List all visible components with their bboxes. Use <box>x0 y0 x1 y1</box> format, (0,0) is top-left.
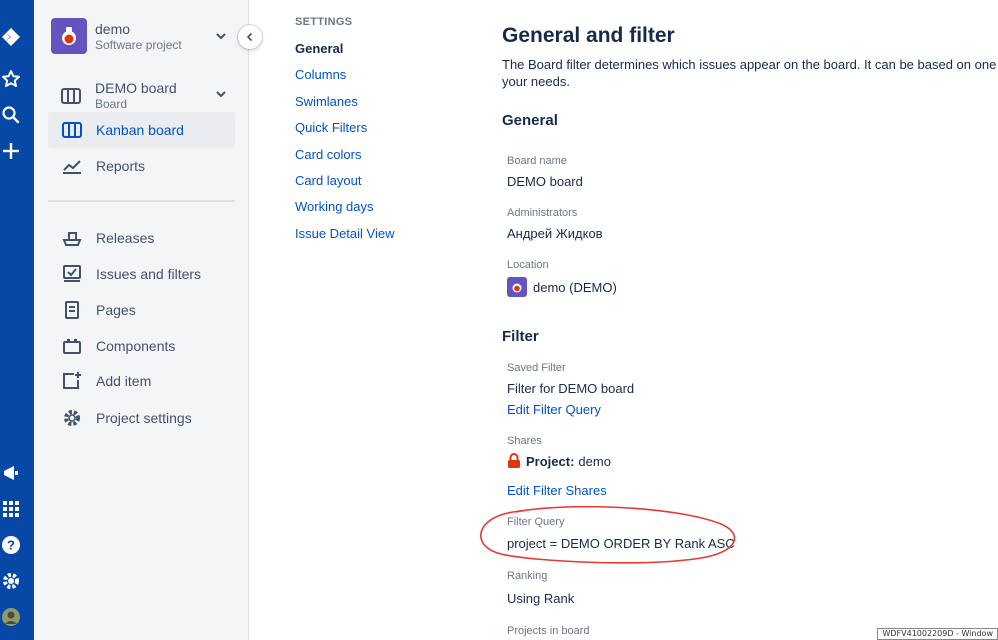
collapse-sidebar-button[interactable] <box>238 25 262 49</box>
board-type: Board <box>95 97 128 111</box>
location-value: demo (DEMO) <box>507 277 617 297</box>
board-icon <box>59 84 83 108</box>
sidebar-item-kanban-board[interactable]: Kanban board <box>48 112 235 148</box>
edit-filter-query-link[interactable]: Edit Filter Query <box>507 402 601 417</box>
shares-project: demo <box>578 453 611 469</box>
global-navigation: ? <box>0 0 34 640</box>
sidebar-item-label: Releases <box>96 230 155 246</box>
settings-link-general[interactable]: General <box>295 41 343 56</box>
kanban-board-icon <box>60 118 84 142</box>
main-content: General and filter The Board filter dete… <box>502 0 998 640</box>
chevron-left-icon <box>246 32 253 42</box>
sidebar-item-label: Reports <box>96 158 146 174</box>
project-name: demo <box>95 20 131 37</box>
filter-query-label: Filter Query <box>507 516 565 528</box>
svg-text:?: ? <box>7 538 15 553</box>
user-avatar[interactable] <box>0 606 22 628</box>
project-avatar <box>51 18 87 54</box>
page-title: General and filter <box>502 24 675 47</box>
star-icon[interactable] <box>0 68 22 90</box>
add-item-icon <box>60 369 84 393</box>
project-avatar-small <box>507 277 527 297</box>
sidebar-item-add-item[interactable]: Add item <box>48 363 235 399</box>
app-switcher-icon[interactable] <box>0 498 22 520</box>
components-icon <box>60 334 84 358</box>
page-description: The Board filter determines which issues… <box>502 57 998 89</box>
help-icon[interactable]: ? <box>0 534 22 556</box>
settings-link-swimlanes[interactable]: Swimlanes <box>295 94 358 109</box>
settings-link-columns[interactable]: Columns <box>295 67 346 82</box>
sidebar-item-label: Pages <box>96 302 136 318</box>
sidebar-item-label: Kanban board <box>96 122 184 138</box>
shares-value: Project: demo <box>507 453 611 469</box>
location-text[interactable]: demo (DEMO) <box>533 280 617 295</box>
project-chevron-down-icon[interactable] <box>215 30 227 45</box>
sidebar-divider <box>48 200 235 202</box>
settings-link-issue-detail-view[interactable]: Issue Detail View <box>295 226 394 241</box>
gear-icon <box>60 406 84 430</box>
general-section-title: General <box>502 112 558 129</box>
saved-filter-value: Filter for DEMO board <box>507 381 635 396</box>
issues-filters-icon <box>60 262 84 286</box>
settings-link-working-days[interactable]: Working days <box>295 199 374 214</box>
shares-label: Shares <box>507 435 542 447</box>
board-chevron-down-icon[interactable] <box>215 88 227 103</box>
settings-link-card-colors[interactable]: Card colors <box>295 147 361 162</box>
filter-query-value: project = DEMO ORDER BY Rank ASC <box>507 536 735 551</box>
filter-section-title: Filter <box>502 328 539 345</box>
board-name: DEMO board <box>95 80 177 96</box>
reports-icon <box>60 154 84 178</box>
ranking-value: Using Rank <box>507 591 575 606</box>
releases-icon <box>60 226 84 250</box>
sidebar-item-issues-and-filters[interactable]: Issues and filters <box>48 256 235 292</box>
windows-status-badge: WDFV41002209D - Window <box>877 628 998 640</box>
sidebar-item-label: Components <box>96 338 176 354</box>
administrators-value: Андрей Жидков <box>507 226 603 241</box>
jira-logo-icon[interactable] <box>0 26 22 48</box>
create-plus-icon[interactable] <box>0 140 22 162</box>
feedback-megaphone-icon[interactable] <box>0 462 22 484</box>
settings-link-quick-filters[interactable]: Quick Filters <box>295 120 367 135</box>
location-label: Location <box>507 259 549 271</box>
sidebar-item-releases[interactable]: Releases <box>48 220 235 256</box>
sidebar-item-components[interactable]: Components <box>48 328 235 364</box>
administrators-label: Administrators <box>507 207 578 219</box>
settings-link-card-layout[interactable]: Card layout <box>295 173 361 188</box>
settings-heading: SETTINGS <box>295 16 353 28</box>
project-switcher[interactable]: demo Software project <box>51 18 182 54</box>
sidebar-item-label: Add item <box>96 373 152 389</box>
sidebar-item-project-settings[interactable]: Project settings <box>48 400 235 436</box>
board-name-value: DEMO board <box>507 174 583 189</box>
project-type: Software project <box>95 37 182 52</box>
edit-filter-shares-link[interactable]: Edit Filter Shares <box>507 483 607 498</box>
sidebar-item-label: Project settings <box>96 410 192 426</box>
saved-filter-label: Saved Filter <box>507 362 566 374</box>
project-sidebar: demo Software project DEMO board Board K… <box>34 0 249 640</box>
board-name-label: Board name <box>507 155 567 167</box>
sidebar-item-label: Issues and filters <box>96 266 202 282</box>
ranking-label: Ranking <box>507 570 548 582</box>
board-switcher[interactable]: DEMO board Board <box>51 80 177 111</box>
projects-in-board-label: Projects in board <box>507 625 590 637</box>
settings-gear-icon[interactable] <box>0 570 22 592</box>
settings-navigation: SETTINGS General Columns Swimlanes Quick… <box>295 16 394 241</box>
pages-icon <box>60 298 84 322</box>
sidebar-item-reports[interactable]: Reports <box>48 148 235 184</box>
lock-icon <box>507 453 521 469</box>
shares-type: Project: <box>526 453 575 469</box>
search-icon[interactable] <box>0 104 22 126</box>
sidebar-item-pages[interactable]: Pages <box>48 292 235 328</box>
